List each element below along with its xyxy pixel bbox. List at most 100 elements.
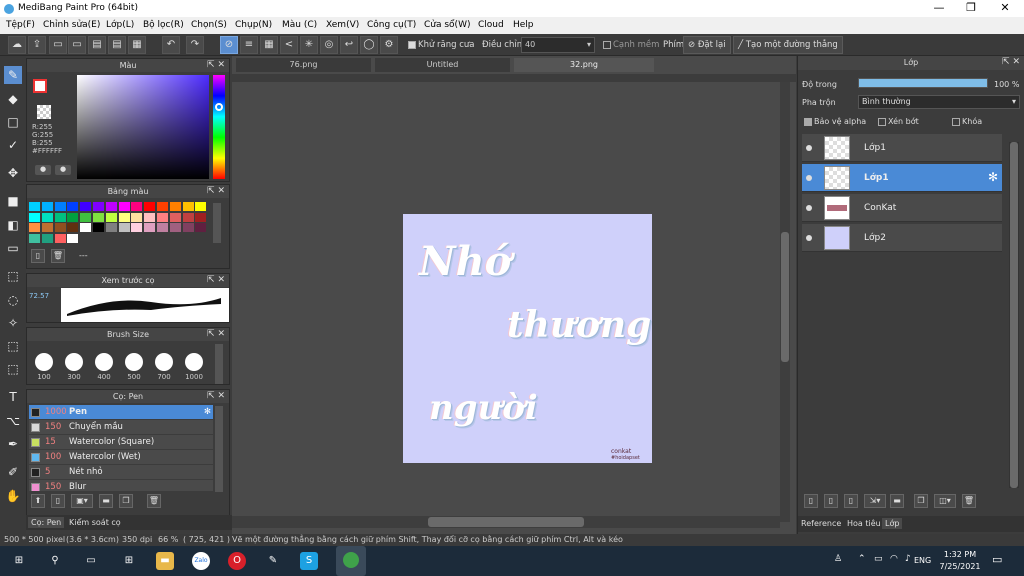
palette-swatch[interactable] bbox=[105, 202, 117, 211]
palette-swatch[interactable] bbox=[118, 202, 130, 211]
bucket-tool-icon[interactable]: ◧ bbox=[4, 216, 22, 234]
layer-row[interactable]: Lớp1 bbox=[802, 134, 1002, 162]
search-icon[interactable]: ⚲ bbox=[46, 552, 64, 570]
brush-item[interactable]: 150 Blur bbox=[29, 480, 213, 491]
background-color-swatch[interactable] bbox=[37, 105, 51, 119]
eraser-tool-icon[interactable]: ◆ bbox=[4, 90, 22, 108]
magic-wand-tool-icon[interactable]: ✧ bbox=[4, 314, 22, 332]
layer-row[interactable]: ConKat bbox=[802, 194, 1002, 222]
cloud-icon[interactable]: ☁ bbox=[8, 36, 26, 54]
comment-icon[interactable]: ▭ bbox=[49, 36, 67, 54]
close-icon[interactable]: ⇱ ✕ bbox=[1002, 56, 1020, 69]
close-icon[interactable]: ⇱ ✕ bbox=[207, 328, 225, 341]
select-eraser-tool-icon[interactable]: ⬚ bbox=[4, 360, 22, 378]
palette-swatch[interactable] bbox=[41, 212, 53, 222]
palette-swatch[interactable] bbox=[41, 233, 53, 243]
undo-icon[interactable]: ↶ bbox=[162, 36, 180, 54]
hue-slider[interactable] bbox=[213, 75, 225, 179]
fill-rect-tool-icon[interactable]: ■ bbox=[4, 192, 22, 210]
palette-swatch[interactable] bbox=[118, 223, 130, 232]
horizontal-scroll-thumb[interactable] bbox=[428, 517, 584, 527]
palette-swatch[interactable] bbox=[29, 223, 40, 232]
palette-swatch[interactable] bbox=[80, 212, 92, 222]
tab-untitled[interactable]: Untitled bbox=[375, 58, 510, 72]
menu-layer[interactable]: Lớp(L) bbox=[106, 20, 134, 30]
divide-tool-icon[interactable]: ⌥ bbox=[4, 412, 22, 430]
close-icon[interactable]: ⇱ ✕ bbox=[207, 185, 225, 198]
menu-select[interactable]: Chọn(S) bbox=[191, 20, 227, 30]
palette-swatch[interactable] bbox=[182, 212, 194, 222]
page-list-icon[interactable]: ▤ bbox=[108, 36, 126, 54]
palette-swatch[interactable] bbox=[80, 223, 92, 232]
palette-scrollbar[interactable] bbox=[213, 203, 221, 243]
palette-swatch[interactable] bbox=[182, 202, 194, 211]
snap-off-icon[interactable]: ⊘ bbox=[220, 36, 238, 54]
eye-icon[interactable] bbox=[806, 205, 812, 211]
snap-curve-icon[interactable]: ↩ bbox=[340, 36, 358, 54]
notifications-icon[interactable]: ▭ bbox=[992, 553, 1002, 566]
medibang-task-icon[interactable] bbox=[336, 546, 366, 576]
palette-swatch[interactable] bbox=[67, 233, 79, 243]
brush-item[interactable]: 150 Chuyển mầu bbox=[29, 420, 213, 434]
palette-swatch[interactable] bbox=[131, 202, 143, 211]
hue-handle[interactable] bbox=[215, 103, 223, 111]
new-layer-icon[interactable]: ▯ bbox=[804, 494, 818, 508]
duplicate-brush-icon[interactable]: ❐ bbox=[119, 494, 133, 508]
menu-color[interactable]: Màu (C) bbox=[282, 20, 317, 30]
menu-capture[interactable]: Chụp(N) bbox=[235, 20, 272, 30]
palette-swatch[interactable] bbox=[67, 223, 79, 232]
add-color-button[interactable]: ● bbox=[55, 165, 71, 175]
opacity-slider[interactable] bbox=[858, 78, 988, 88]
palette-swatch[interactable] bbox=[93, 212, 104, 222]
snap-grid-icon[interactable]: ▦ bbox=[260, 36, 278, 54]
brush-list-scrollbar[interactable] bbox=[215, 406, 223, 492]
windows-app-icon[interactable]: ⊞ bbox=[120, 552, 138, 570]
folder-icon[interactable]: ▬ bbox=[99, 494, 113, 508]
palette-swatch[interactable] bbox=[195, 223, 207, 232]
zalo-icon[interactable]: Zalo bbox=[192, 552, 210, 570]
palette-swatch[interactable] bbox=[54, 233, 66, 243]
folder-icon[interactable]: ▬ bbox=[890, 494, 904, 508]
comment2-icon[interactable]: ▭ bbox=[68, 36, 86, 54]
protect-alpha-checkbox[interactable]: Bảo vệ alpha bbox=[804, 117, 866, 126]
eye-icon[interactable] bbox=[806, 145, 812, 151]
palette-swatch[interactable] bbox=[169, 223, 181, 232]
skype-icon[interactable]: S bbox=[300, 552, 318, 570]
vertical-scroll-thumb[interactable] bbox=[781, 232, 789, 362]
antialias-checkbox[interactable]: Khử răng cưa bbox=[408, 40, 475, 50]
new-brush-icon[interactable]: ▯ bbox=[51, 494, 65, 508]
menu-window[interactable]: Cửa sổ(W) bbox=[424, 20, 470, 30]
layer-row-selected[interactable]: Lớp1 ✻ bbox=[802, 164, 1002, 192]
new-1bit-layer-icon[interactable]: ▯ bbox=[844, 494, 858, 508]
brush-size-option[interactable]: 1000 bbox=[179, 347, 209, 385]
palette-swatch[interactable] bbox=[144, 223, 156, 232]
gear-icon[interactable]: ✻ bbox=[204, 405, 211, 419]
palette-swatch[interactable] bbox=[169, 202, 181, 211]
hand-tool-icon[interactable]: ✋ bbox=[4, 487, 22, 505]
redo-icon[interactable]: ↷ bbox=[186, 36, 204, 54]
palette-swatch[interactable] bbox=[29, 202, 40, 211]
document-canvas[interactable]: Nhớ thương người conkat #hoidapset bbox=[403, 214, 652, 463]
reset-button[interactable]: ⊘ Đặt lại bbox=[683, 36, 731, 54]
brush-size-option[interactable]: 300 bbox=[59, 347, 89, 385]
tray-chevron-icon[interactable]: ⌃ bbox=[858, 554, 866, 564]
close-icon[interactable]: ⇱ ✕ bbox=[207, 390, 225, 403]
page-icon[interactable]: ▤ bbox=[88, 36, 106, 54]
tab-reference[interactable]: Reference bbox=[801, 519, 841, 528]
brush-item[interactable]: 100 Watercolor (Wet) bbox=[29, 450, 213, 464]
palette-swatch[interactable] bbox=[157, 212, 168, 222]
maximize-button[interactable]: ❐ bbox=[956, 1, 986, 16]
palette-swatch[interactable] bbox=[54, 202, 66, 211]
people-icon[interactable]: ♙ bbox=[834, 554, 842, 564]
delete-palette-icon[interactable]: 🗑 bbox=[51, 249, 65, 263]
layer-import-icon[interactable]: ⇲▾ bbox=[864, 494, 886, 508]
tab-76png[interactable]: 76.png bbox=[236, 58, 371, 72]
palette-swatch[interactable] bbox=[54, 212, 66, 222]
brush-size-option[interactable]: 400 bbox=[89, 347, 119, 385]
eye-icon[interactable] bbox=[806, 175, 812, 181]
palette-swatch[interactable] bbox=[144, 202, 156, 211]
palette-swatch[interactable] bbox=[67, 212, 79, 222]
smooth-checkbox[interactable]: Cạnh mềm bbox=[603, 40, 659, 50]
brush-size-option[interactable]: 100 bbox=[29, 347, 59, 385]
pen-tool-icon[interactable]: ✐ bbox=[4, 463, 22, 481]
